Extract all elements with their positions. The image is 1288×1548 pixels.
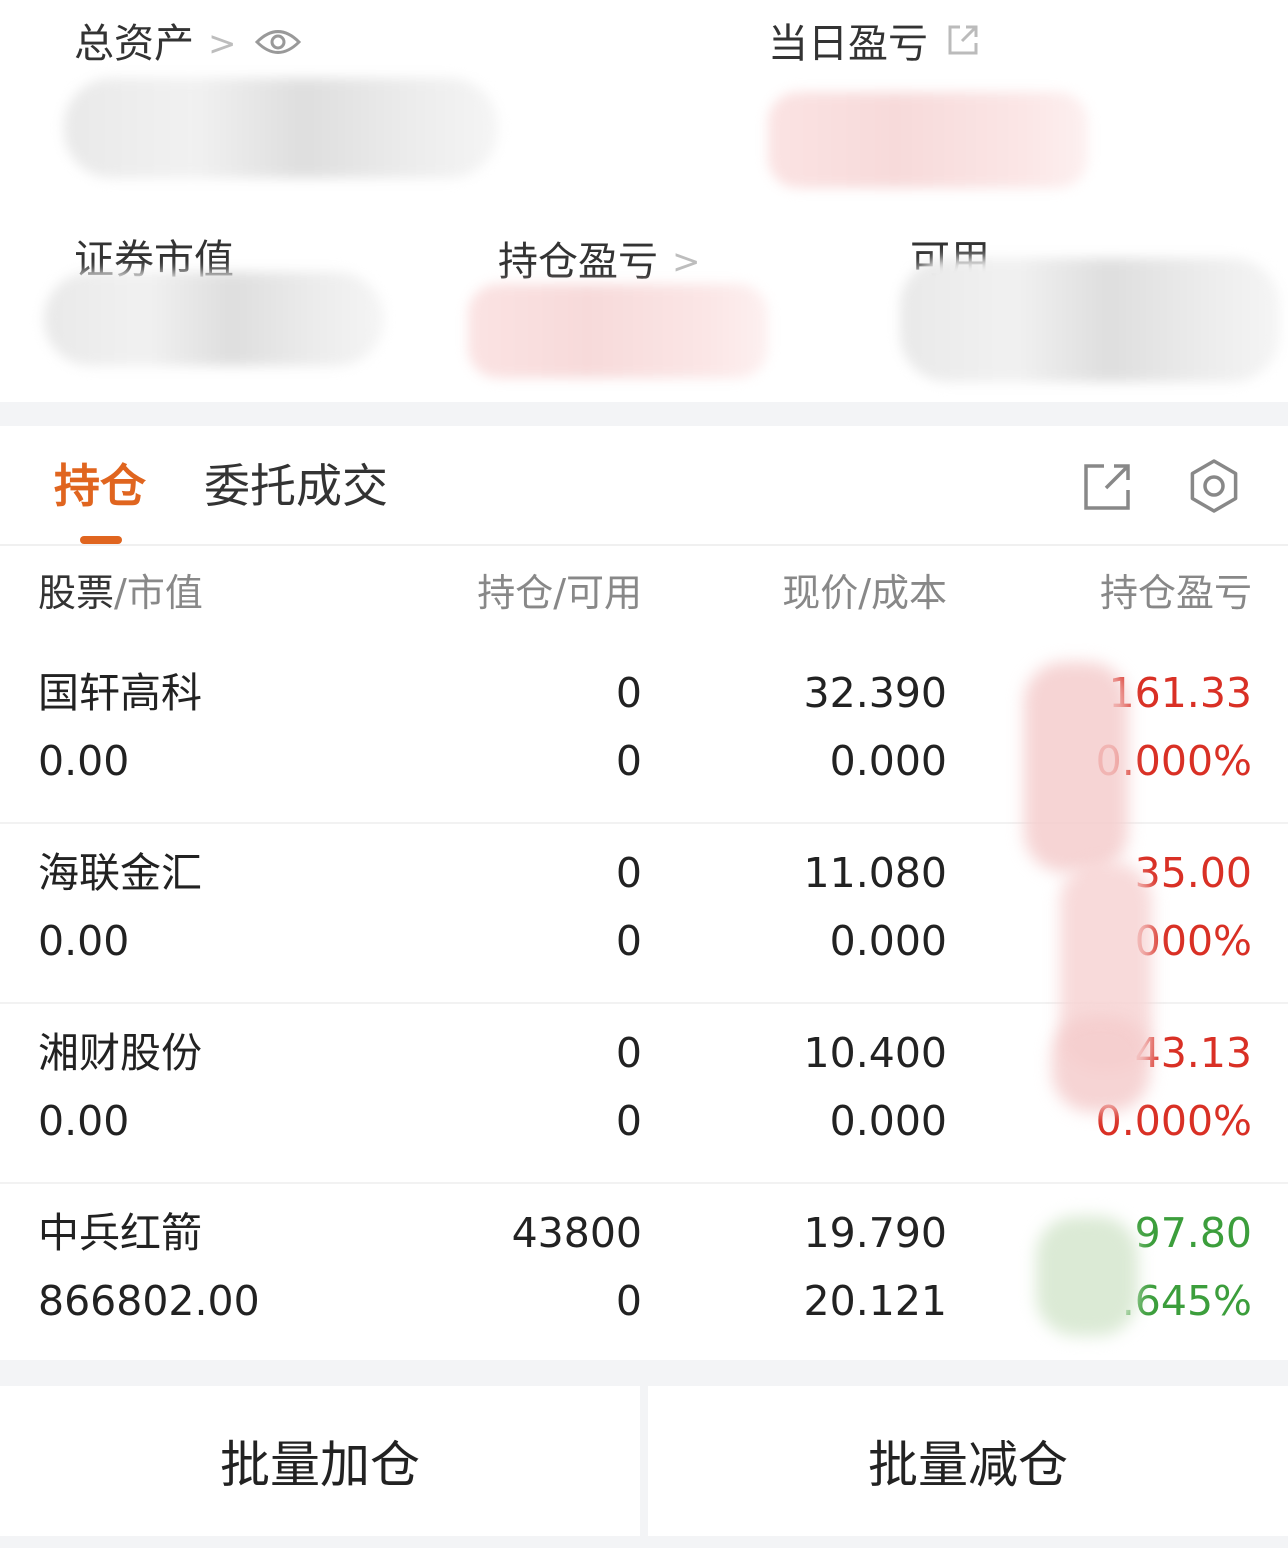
gear-icon[interactable]	[1186, 458, 1242, 514]
daily-pl-link[interactable]: 当日盈亏	[768, 20, 980, 68]
total-assets-link[interactable]: 总资产 >	[74, 20, 301, 68]
market-value: 0.00	[38, 1097, 130, 1145]
batch-reduce-button[interactable]: 批量减仓	[648, 1386, 1288, 1536]
holding-qty: 43800	[511, 1209, 642, 1257]
holdings-panel: 持仓 委托成交 股票/市值 持仓/可用 现价/成本 持仓盈亏 国轩高科 0.00…	[0, 426, 1288, 1360]
account-summary: 总资产 > 当日盈亏 证券市值 持仓盈亏 > 可用	[0, 0, 1288, 402]
market-value: 0.00	[38, 737, 130, 785]
chevron-right-icon: >	[672, 242, 701, 282]
available-qty: 0	[615, 1277, 642, 1325]
header-stock: 股票	[38, 571, 115, 615]
table-header: 股票/市值 持仓/可用 现价/成本 持仓盈亏	[0, 546, 1288, 642]
tab-orders-trades[interactable]: 委托成交	[204, 458, 388, 514]
available-qty: 0	[615, 917, 642, 965]
redaction-mask	[1052, 1016, 1150, 1112]
daily-pl-value-masked	[768, 92, 1088, 188]
header-stock-market-value[interactable]: 股票/市值	[38, 570, 203, 616]
position-pl-label: 持仓盈亏	[498, 239, 658, 285]
stock-name: 湘财股份	[38, 1029, 202, 1077]
stock-name: 中兵红箭	[38, 1209, 202, 1257]
batch-actions: 批量加仓 批量减仓	[0, 1386, 1288, 1536]
holding-qty: 0	[615, 669, 642, 717]
header-position-pl[interactable]: 持仓盈亏	[1100, 570, 1252, 616]
position-pl: 35.00	[1134, 849, 1252, 897]
redaction-mask	[1024, 662, 1128, 872]
position-pl: 97.80	[1134, 1209, 1252, 1257]
available-qty: 0	[615, 1097, 642, 1145]
header-market-value: /市值	[114, 571, 203, 615]
holding-qty: 0	[615, 849, 642, 897]
position-pl-pct: 000%	[1134, 917, 1252, 965]
cost-price: 0.000	[829, 737, 947, 785]
stock-name: 海联金汇	[38, 849, 202, 897]
available-qty: 0	[615, 737, 642, 785]
current-price: 11.080	[803, 849, 947, 897]
market-value: 0.00	[38, 917, 130, 965]
cost-price: 0.000	[829, 917, 947, 965]
eye-icon[interactable]	[254, 20, 301, 68]
stock-name: 国轩高科	[38, 669, 202, 717]
total-assets-label: 总资产	[74, 21, 194, 67]
position-pl-value-masked	[468, 284, 768, 378]
tab-holdings[interactable]: 持仓	[54, 458, 146, 514]
share-icon[interactable]	[1080, 458, 1136, 514]
chevron-right-icon: >	[208, 24, 237, 64]
external-link-icon[interactable]	[946, 20, 980, 68]
total-assets-value-masked	[64, 78, 498, 178]
redaction-mask	[1036, 1216, 1138, 1336]
market-value-masked	[44, 272, 384, 366]
cost-price: 20.121	[803, 1277, 947, 1325]
position-pl-pct: .645%	[1121, 1277, 1252, 1325]
position-pl-link[interactable]: 持仓盈亏 >	[498, 238, 701, 286]
current-price: 10.400	[803, 1029, 947, 1077]
market-value: 866802.00	[38, 1277, 260, 1325]
cost-price: 0.000	[829, 1097, 947, 1145]
header-price-cost[interactable]: 现价/成本	[782, 570, 947, 616]
position-pl: 161.33	[1108, 669, 1252, 717]
daily-pl-label: 当日盈亏	[768, 21, 928, 67]
header-holding-available[interactable]: 持仓/可用	[477, 570, 642, 616]
batch-add-button[interactable]: 批量加仓	[0, 1386, 640, 1536]
active-tab-indicator	[80, 536, 122, 544]
tab-bar: 持仓 委托成交	[0, 426, 1288, 546]
current-price: 19.790	[803, 1209, 947, 1257]
current-price: 32.390	[803, 669, 947, 717]
available-value-masked	[900, 258, 1280, 382]
holding-qty: 0	[615, 1029, 642, 1077]
position-pl: 43.13	[1134, 1029, 1252, 1077]
